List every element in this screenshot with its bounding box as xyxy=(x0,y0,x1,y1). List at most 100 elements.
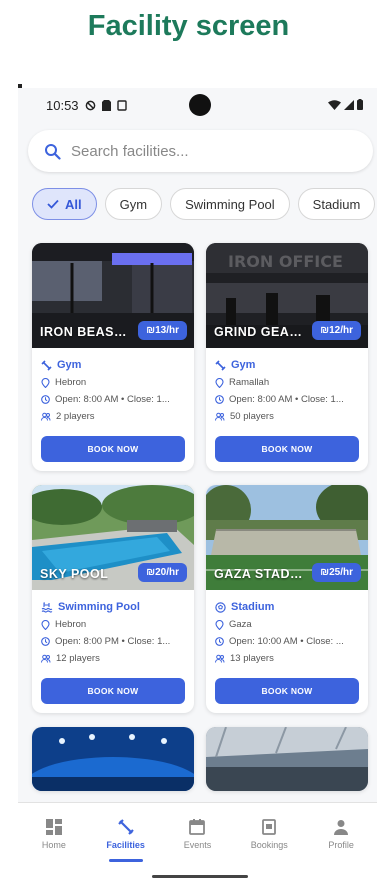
filter-chip-stadium[interactable]: Stadium xyxy=(297,188,376,220)
book-now-button[interactable]: BOOK NOW xyxy=(215,678,359,704)
price-badge: ₪12/hr xyxy=(312,321,361,340)
calendar-icon xyxy=(189,818,206,835)
location-text: Ramallah xyxy=(229,377,270,388)
soccer-ball-icon xyxy=(215,601,226,613)
filter-chip-gym[interactable]: Gym xyxy=(104,188,163,220)
hours-text: Open: 8:00 PM • Close: 1... xyxy=(55,636,171,647)
search-bar[interactable] xyxy=(28,130,373,172)
dumbbell-icon xyxy=(41,359,52,371)
filter-chip-label: Gym xyxy=(119,196,148,212)
status-bar: 10:53 xyxy=(18,88,377,124)
location-row: Gaza xyxy=(215,616,359,633)
status-right xyxy=(328,99,363,110)
location-text: Gaza xyxy=(229,619,252,630)
hours-row: Open: 8:00 PM • Close: 1... xyxy=(41,633,185,650)
people-icon xyxy=(215,654,225,663)
hours-text: Open: 10:00 AM • Close: ... xyxy=(229,636,344,647)
nav-bookings[interactable]: Bookings xyxy=(233,803,305,864)
facility-category: Gym xyxy=(215,356,359,374)
status-left: 10:53 xyxy=(46,98,127,113)
svg-text:IRON OFFICE: IRON OFFICE xyxy=(228,252,343,271)
nav-label: Home xyxy=(41,839,66,850)
people-icon xyxy=(41,654,51,663)
facility-card[interactable]: SKY POOL ₪20/hr Swimming Pool Hebron Ope… xyxy=(32,485,194,713)
filter-chip-swimming-pool[interactable]: Swimming Pool xyxy=(170,188,290,220)
book-now-button[interactable]: BOOK NOW xyxy=(41,678,185,704)
players-row: 13 players xyxy=(215,650,359,667)
location-pin-icon xyxy=(41,619,50,630)
facility-category: Swimming Pool xyxy=(41,598,185,616)
facility-info: Gym Hebron Open: 8:00 AM • Close: 1... 2… xyxy=(32,348,194,425)
category-label: Gym xyxy=(231,359,256,371)
filter-chips: All Gym Swimming Pool Stadium xyxy=(32,188,376,220)
filter-chip-label: Swimming Pool xyxy=(185,196,275,212)
location-row: Hebron xyxy=(41,616,185,633)
price-badge: ₪20/hr xyxy=(138,563,187,582)
players-row: 2 players xyxy=(41,408,185,425)
nav-home[interactable]: Home xyxy=(18,803,90,864)
clock-icon xyxy=(215,395,224,404)
facility-card-partial[interactable] xyxy=(32,727,194,791)
facility-category: Gym xyxy=(41,356,185,374)
nav-label: Profile xyxy=(328,839,354,850)
facility-name: GAZA STADIU... xyxy=(214,567,306,581)
price-badge: ₪13/hr xyxy=(138,321,187,340)
indoor-arena-photo xyxy=(206,727,368,791)
clock-icon xyxy=(41,637,50,646)
location-pin-icon xyxy=(215,377,224,388)
check-icon xyxy=(47,199,59,209)
players-text: 2 players xyxy=(56,411,95,422)
book-now-button[interactable]: BOOK NOW xyxy=(41,436,185,462)
phone-screen: 10:53 All Gym Swimming Pool Stadium xyxy=(18,88,377,864)
bottom-navigation: Home Facilities Events Bookings Profile xyxy=(18,802,377,864)
dumbbell-icon xyxy=(117,818,134,835)
nav-profile[interactable]: Profile xyxy=(305,803,377,864)
hours-text: Open: 8:00 AM • Close: 1... xyxy=(55,394,170,405)
location-row: Hebron xyxy=(41,374,185,391)
players-text: 12 players xyxy=(56,653,100,664)
people-icon xyxy=(215,412,225,421)
filter-chip-all[interactable]: All xyxy=(32,188,97,220)
page-title: Facility screen xyxy=(87,10,290,42)
facility-card-partial[interactable] xyxy=(206,727,368,791)
people-icon xyxy=(41,412,51,421)
facility-card[interactable]: IRON BEAST ... ₪13/hr Gym Hebron Open: 8… xyxy=(32,243,194,471)
players-text: 13 players xyxy=(230,653,274,664)
hours-text: Open: 8:00 AM • Close: 1... xyxy=(229,394,344,405)
nav-facilities[interactable]: Facilities xyxy=(90,803,162,864)
nav-label: Facilities xyxy=(106,839,145,850)
person-icon xyxy=(334,819,349,835)
status-time: 10:53 xyxy=(46,98,79,113)
facility-image: SKY POOL ₪20/hr xyxy=(32,485,194,590)
shield-status-icon xyxy=(85,100,95,111)
nav-label: Events xyxy=(183,839,212,850)
stadium-lights-photo xyxy=(32,727,194,791)
search-input[interactable] xyxy=(71,142,341,160)
players-text: 50 players xyxy=(230,411,274,422)
facility-info: Gym Ramallah Open: 8:00 AM • Close: 1...… xyxy=(206,348,368,425)
nav-events[interactable]: Events xyxy=(162,803,234,864)
book-now-button[interactable]: BOOK NOW xyxy=(215,436,359,462)
facility-card[interactable]: IRON OFFICE GRIND GEAR ... ₪12/hr Gym Ra… xyxy=(206,243,368,471)
facility-card[interactable]: GAZA STADIU... ₪25/hr Stadium Gaza Open:… xyxy=(206,485,368,713)
category-label: Gym xyxy=(57,359,82,371)
location-text: Hebron xyxy=(55,619,87,630)
hours-row: Open: 8:00 AM • Close: 1... xyxy=(41,391,185,408)
facility-name: SKY POOL xyxy=(40,567,109,581)
location-pin-icon xyxy=(215,619,224,630)
hours-row: Open: 10:00 AM • Close: ... xyxy=(215,633,359,650)
location-pin-icon xyxy=(41,377,50,388)
facility-info: Stadium Gaza Open: 10:00 AM • Close: ...… xyxy=(206,590,368,667)
home-indicator[interactable] xyxy=(152,875,248,878)
players-row: 50 players xyxy=(215,408,359,425)
signal-icon xyxy=(344,99,354,110)
clipboard-status-icon xyxy=(116,100,127,111)
location-row: Ramallah xyxy=(215,374,359,391)
dashboard-icon xyxy=(45,818,62,835)
search-icon xyxy=(45,143,61,160)
facility-name: IRON BEAST ... xyxy=(40,325,132,339)
sim-status-icon xyxy=(101,100,111,111)
filter-chip-label: All xyxy=(65,196,82,212)
players-row: 12 players xyxy=(41,650,185,667)
facility-name: GRIND GEAR ... xyxy=(214,325,306,339)
